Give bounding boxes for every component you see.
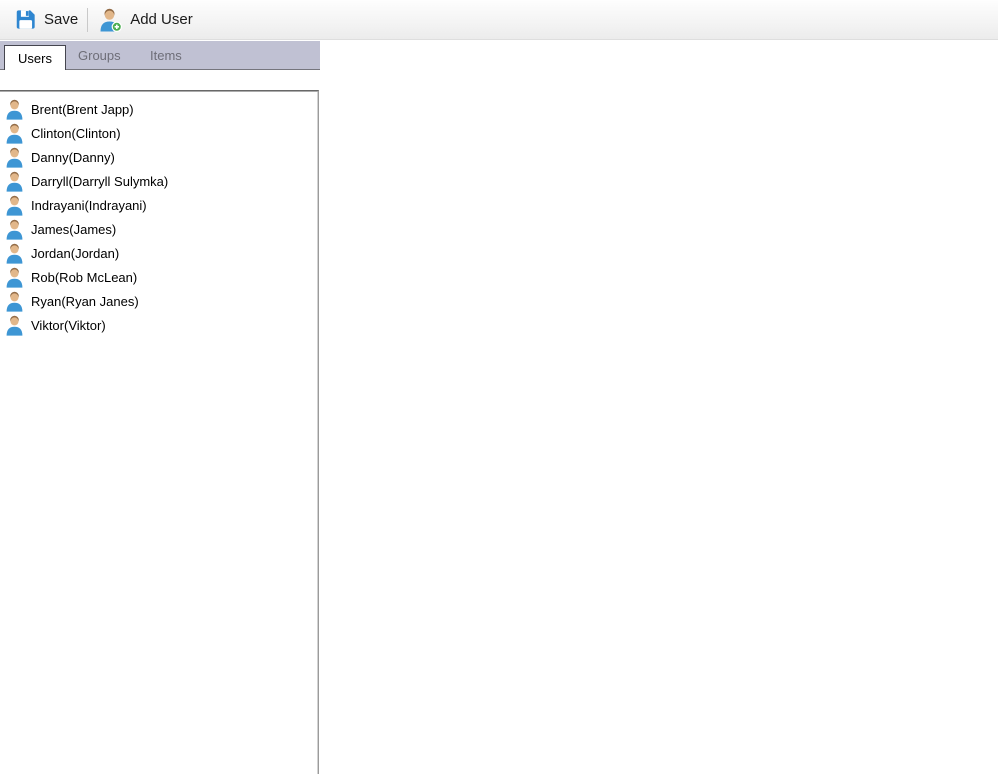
tabstrip: Users Groups Items: [0, 41, 320, 70]
person-icon: [5, 315, 24, 336]
toolbar-separator: [87, 8, 88, 32]
user-name: Indrayani(Indrayani): [31, 198, 147, 213]
person-icon: [5, 147, 24, 168]
person-icon: [5, 123, 24, 144]
app-window: Save Add User Users Gr: [0, 0, 998, 774]
users-tab-page: Brent(Brent Japp) Clinton(Clinton) Danny…: [0, 70, 320, 774]
add-user-button[interactable]: Add User: [91, 3, 200, 37]
add-user-button-label: Add User: [130, 11, 193, 28]
user-name: Ryan(Ryan Janes): [31, 294, 139, 309]
user-name: Viktor(Viktor): [31, 318, 106, 333]
user-name: Danny(Danny): [31, 150, 115, 165]
list-item[interactable]: Indrayani(Indrayani): [0, 193, 318, 217]
user-list: Brent(Brent Japp) Clinton(Clinton) Danny…: [0, 91, 318, 337]
person-icon: [5, 267, 24, 288]
tab-users-label: Users: [18, 51, 52, 66]
user-name: Brent(Brent Japp): [31, 102, 134, 117]
list-item[interactable]: Clinton(Clinton): [0, 121, 318, 145]
list-item[interactable]: James(James): [0, 217, 318, 241]
user-name: Rob(Rob McLean): [31, 270, 137, 285]
list-item[interactable]: Rob(Rob McLean): [0, 265, 318, 289]
user-list-box[interactable]: Brent(Brent Japp) Clinton(Clinton) Danny…: [0, 90, 319, 774]
person-icon: [5, 291, 24, 312]
save-button-label: Save: [44, 11, 78, 28]
save-floppy-icon: [12, 7, 38, 33]
user-name: Jordan(Jordan): [31, 246, 119, 261]
list-item[interactable]: Ryan(Ryan Janes): [0, 289, 318, 313]
list-item[interactable]: Brent(Brent Japp): [0, 97, 318, 121]
list-item[interactable]: Danny(Danny): [0, 145, 318, 169]
person-icon: [5, 219, 24, 240]
tab-control: Users Groups Items Brent(Brent Japp): [0, 41, 320, 774]
person-icon: [5, 195, 24, 216]
person-add-icon: [98, 7, 124, 33]
user-name: Clinton(Clinton): [31, 126, 121, 141]
tab-items[interactable]: Items: [142, 41, 190, 69]
user-name: James(James): [31, 222, 116, 237]
person-icon: [5, 171, 24, 192]
tab-groups[interactable]: Groups: [70, 41, 129, 69]
tab-users[interactable]: Users: [4, 45, 66, 70]
list-item[interactable]: Darryll(Darryll Sulymka): [0, 169, 318, 193]
toolbar: Save Add User: [0, 0, 998, 40]
person-icon: [5, 243, 24, 264]
tab-groups-label: Groups: [78, 48, 121, 63]
list-item[interactable]: Jordan(Jordan): [0, 241, 318, 265]
person-icon: [5, 99, 24, 120]
user-name: Darryll(Darryll Sulymka): [31, 174, 168, 189]
tab-items-label: Items: [150, 48, 182, 63]
save-button[interactable]: Save: [5, 3, 85, 37]
list-item[interactable]: Viktor(Viktor): [0, 313, 318, 337]
